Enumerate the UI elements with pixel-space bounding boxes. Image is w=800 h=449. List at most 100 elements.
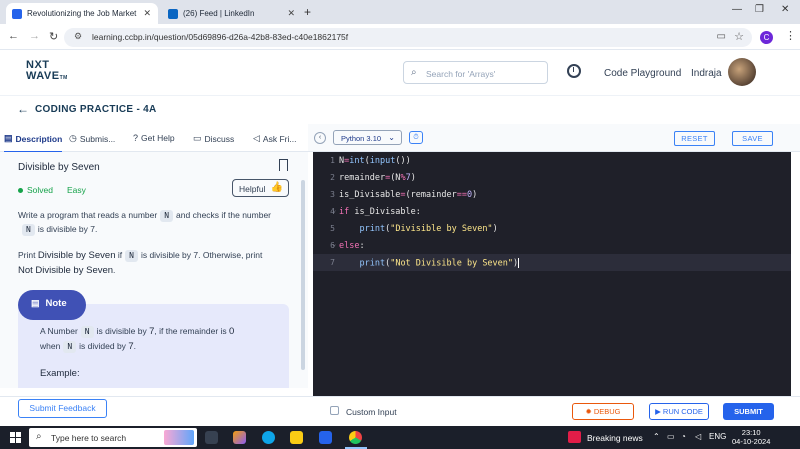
user-name[interactable]: Indraja [691, 68, 722, 79]
url-bar[interactable]: ⚙ learning.ccbp.in/question/05d69896-d26… [64, 28, 752, 47]
copilot-icon[interactable] [233, 431, 246, 444]
edge-icon[interactable] [262, 431, 275, 444]
nxtwave-logo[interactable]: NXT WAVETM [26, 60, 68, 84]
code-line: 6 ⌄ else: [313, 237, 791, 254]
ccbp-favicon-icon [12, 8, 22, 19]
bug-icon: ✹ [585, 407, 594, 416]
taskbar-search-input[interactable]: ⌕ Type here to search [29, 428, 197, 447]
task-view-icon[interactable] [205, 431, 218, 444]
tab-label: Ask Fri... [262, 133, 297, 144]
code-playground-link[interactable]: Code Playground [604, 68, 681, 79]
code-line: 3 is_Divisable=(remainder==0) [313, 186, 791, 203]
problem-description-panel: Divisible by Seven Solved Easy Helpful 👍… [0, 152, 308, 388]
problem-title: Divisible by Seven [18, 162, 100, 173]
search-placeholder: Search for 'Arrays' [426, 69, 496, 79]
code-editor[interactable]: 1 N=int(input()) 2 remainder=(N%7) 3 is_… [313, 152, 791, 396]
browser-tab-bar: Revolutionizing the Job Market ✕ (26) Fe… [0, 0, 800, 24]
action-bar: Submit Feedback Custom Input ✹ DEBUG ▶ R… [0, 396, 800, 426]
tab-get-help[interactable]: ? Get Help [133, 133, 175, 143]
tab-description[interactable]: ▤ Description [4, 133, 63, 153]
minimize-icon[interactable]: — [732, 4, 742, 15]
linkedin-favicon-icon [168, 8, 178, 19]
chrome-icon[interactable] [349, 431, 362, 444]
profile-avatar[interactable]: C [760, 31, 773, 44]
helpful-button[interactable]: Helpful 👍 [232, 179, 289, 197]
close-tab-icon[interactable]: ✕ [287, 8, 295, 19]
code-line: 4 ⌄ if is_Divisable: [313, 203, 791, 220]
back-icon[interactable]: ← [8, 30, 19, 42]
file-explorer-icon[interactable] [290, 431, 303, 444]
forward-icon[interactable]: → [29, 30, 40, 42]
close-tab-icon[interactable]: ✕ [143, 8, 151, 19]
line-number: 7 [330, 258, 335, 267]
browser-tab-linkedin[interactable]: (26) Feed | LinkedIn ✕ [162, 3, 302, 24]
bookmark-star-icon[interactable]: ☆ [734, 30, 744, 43]
custom-input-checkbox[interactable] [330, 406, 339, 415]
tab-label: Submis... [79, 133, 116, 144]
language-indicator[interactable]: ENG [709, 432, 726, 441]
note-pill: ▤ Note [18, 290, 86, 320]
inline-code: N [160, 210, 174, 222]
megaphone-icon: ◁ [253, 133, 260, 143]
reset-button[interactable]: RESET [674, 131, 715, 146]
status-badge: Solved [18, 185, 53, 195]
example-heading: Example: [40, 368, 80, 379]
battery-icon[interactable]: ▭ [667, 432, 675, 441]
language-value: Python 3.10 [341, 134, 382, 143]
tab-submissions[interactable]: ◷ Submis... [69, 133, 115, 144]
code-line-active: 7 print("Not Divisible by Seven") [313, 254, 791, 271]
browser-tab-active[interactable]: Revolutionizing the Job Market ✕ [6, 3, 158, 24]
browser-menu-icon[interactable]: ⋮ [785, 29, 796, 42]
tab-ask-friend[interactable]: ◁ Ask Fri... [253, 133, 296, 144]
volume-icon[interactable]: ◁ [695, 432, 701, 441]
fold-icon[interactable]: ⌄ [332, 206, 336, 214]
news-text[interactable]: Breaking news [587, 433, 643, 443]
submit-feedback-button[interactable]: Submit Feedback [18, 399, 107, 418]
chat-icon: ▭ [193, 133, 202, 143]
site-info-icon[interactable]: ⚙ [74, 31, 82, 42]
windows-start-icon[interactable] [10, 432, 21, 443]
debug-button[interactable]: ✹ DEBUG [572, 403, 634, 420]
mail-icon[interactable] [319, 431, 332, 444]
note-text: A Number Nis divisible by 7, if the remai… [40, 326, 235, 353]
description-scrollbar[interactable] [301, 180, 305, 370]
helpful-label: Helpful [239, 184, 266, 194]
restore-icon[interactable]: ❐ [755, 4, 764, 15]
collapse-panel-icon[interactable]: ‹ [314, 132, 326, 144]
system-clock[interactable]: 23:10 04-10-2024 [732, 428, 770, 446]
user-avatar[interactable] [728, 58, 756, 86]
bookmark-icon[interactable] [279, 159, 288, 171]
chevron-down-icon: ⌄ [388, 133, 395, 142]
search-icon: ⌕ [411, 67, 417, 78]
tray-chevron-icon[interactable]: ⌃ [653, 432, 660, 441]
search-icon: ⌕ [36, 431, 42, 442]
back-arrow-icon[interactable]: ← [17, 102, 29, 116]
tab-discuss[interactable]: ▭ Discuss [193, 133, 234, 144]
timer-icon[interactable] [567, 64, 581, 78]
status-text: Solved [27, 185, 53, 195]
cast-icon[interactable]: ▭ [717, 31, 726, 42]
clock-date: 04-10-2024 [732, 437, 771, 446]
search-input[interactable]: ⌕ Search for 'Arrays' [403, 61, 548, 84]
logo-line-2: WAVE [26, 70, 60, 82]
reload-icon[interactable]: ↻ [49, 30, 58, 43]
help-icon: ? [133, 133, 139, 143]
format-code-icon[interactable]: ⏱ [409, 131, 423, 144]
close-window-icon[interactable]: ✕ [781, 4, 789, 15]
news-icon[interactable] [568, 431, 581, 443]
clock-icon: ◷ [69, 133, 77, 143]
network-icon[interactable]: ◔ [681, 432, 686, 441]
custom-input-label: Custom Input [346, 407, 397, 417]
note-label: Note [45, 298, 67, 309]
difficulty-badge: Easy [67, 185, 86, 195]
note-icon: ▤ [31, 298, 40, 308]
inline-code: N [125, 250, 138, 262]
page-title: CODING PRACTICE - 4A [35, 104, 157, 115]
language-select[interactable]: Python 3.10 ⌄ [333, 130, 402, 145]
line-number: 3 [330, 190, 335, 199]
submit-button[interactable]: SUBMIT [723, 403, 774, 420]
save-button[interactable]: SAVE [732, 131, 773, 146]
fold-icon[interactable]: ⌄ [332, 240, 336, 248]
new-tab-icon[interactable]: + [304, 5, 311, 19]
run-code-button[interactable]: ▶ RUN CODE [649, 403, 709, 420]
